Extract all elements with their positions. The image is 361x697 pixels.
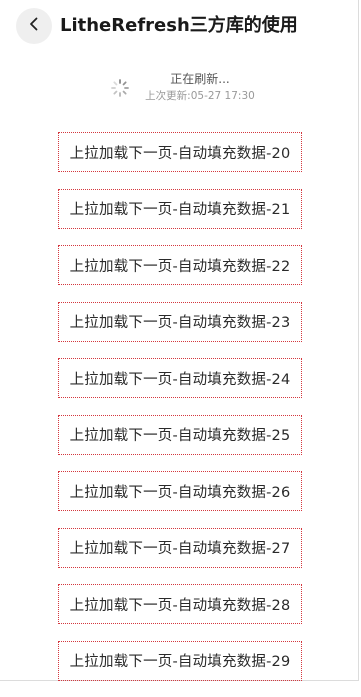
list-item[interactable]: 上拉加载下一页-自动填充数据-26 bbox=[58, 471, 302, 511]
list-item[interactable]: 上拉加载下一页-自动填充数据-23 bbox=[58, 301, 302, 342]
list-item[interactable]: 上拉加载下一页-自动填充数据-22 bbox=[58, 245, 302, 285]
list-item[interactable]: 上拉加载下一页-自动填充数据-29 bbox=[58, 640, 302, 681]
back-button[interactable] bbox=[16, 8, 52, 44]
app-page: LitheRefresh三方库的使用 正在刷新... 上次更新:05-27 17… bbox=[0, 0, 359, 681]
list-item[interactable]: 上拉加载下一页-自动填充数据-20 bbox=[58, 132, 302, 172]
list-item[interactable]: 上拉加载下一页-自动填充数据-21 bbox=[58, 188, 302, 229]
chevron-left-icon bbox=[26, 16, 42, 36]
page-title: LitheRefresh三方库的使用 bbox=[60, 15, 298, 36]
data-list[interactable]: 上拉加载下一页-自动填充数据-20 上拉加载下一页-自动填充数据-21 上拉加载… bbox=[58, 132, 302, 697]
list-item[interactable]: 上拉加载下一页-自动填充数据-27 bbox=[58, 527, 302, 568]
refresh-status: 正在刷新... bbox=[170, 72, 230, 86]
last-updated-time: 上次更新:05-27 17:30 bbox=[145, 90, 255, 102]
loading-spinner-icon bbox=[110, 78, 130, 98]
refresh-text: 正在刷新... 上次更新:05-27 17:30 bbox=[140, 70, 260, 104]
list-item[interactable]: 上拉加载下一页-自动填充数据-24 bbox=[58, 358, 302, 398]
list-item[interactable]: 上拉加载下一页-自动填充数据-28 bbox=[58, 584, 302, 624]
list-item[interactable]: 上拉加载下一页-自动填充数据-25 bbox=[58, 414, 302, 455]
title-bar: LitheRefresh三方库的使用 bbox=[0, 0, 358, 54]
pull-refresh-header: 正在刷新... 上次更新:05-27 17:30 bbox=[0, 68, 358, 112]
